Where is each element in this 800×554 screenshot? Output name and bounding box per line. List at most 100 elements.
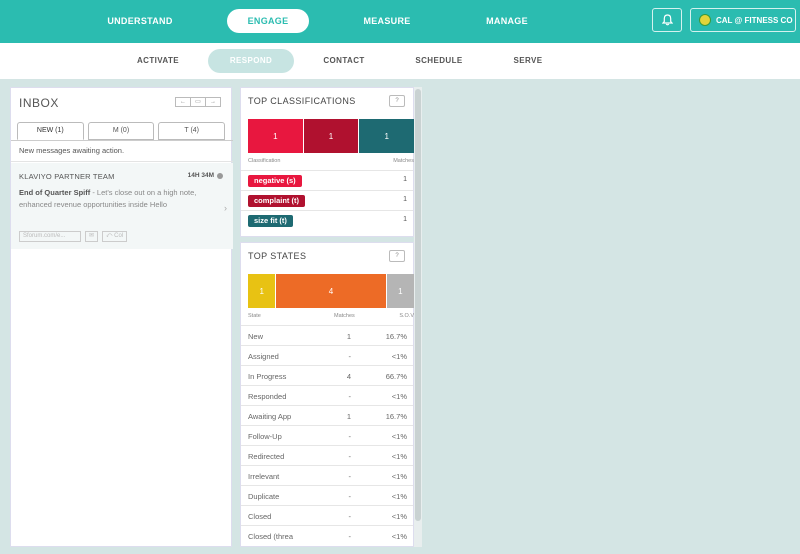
classification-count: 1 [403,196,407,203]
subnav-activate[interactable]: ACTIVATE [125,49,191,73]
sub-navigation: ACTIVATE RESPOND CONTACT SCHEDULE SERVE [0,43,800,79]
inbox-prev-button[interactable]: ← [175,97,191,107]
mail-icon[interactable]: ✉ [85,231,99,242]
message-item[interactable]: KLAVIYO PARTNER TEAM 14H 34M End of Quar… [11,163,233,249]
inbox-title: INBOX [19,96,59,110]
state-name: In Progress [248,372,287,381]
inbox-panel: INBOX ← ▭ → NEW (1) M (0) T (4) New mess… [10,87,233,547]
inbox-view-button[interactable]: ▭ [190,97,206,107]
state-bar-segment[interactable]: 1 [248,274,277,308]
state-row[interactable]: Assigned - <1% [241,345,413,365]
bell-icon [661,14,673,26]
state-row[interactable]: Awaiting App 1 16.7% [241,405,413,425]
state-header: State [248,313,261,319]
state-matches: 4 [346,372,351,381]
subnav-serve[interactable]: SERVE [500,49,556,73]
top-states-panel: TOP STATES ? 1 4 1 State Matches S.O.V N… [240,242,414,547]
state-bar-segment[interactable]: 4 [276,274,387,308]
classification-count: 1 [403,216,407,223]
state-row[interactable]: Redirected - <1% [241,445,413,465]
account-logo-icon [699,14,711,26]
classification-badge[interactable]: size fit (t) [248,215,293,227]
state-sov: <1% [391,512,407,521]
classifications-bar: 1 1 1 [248,119,415,153]
inbox-tabs: NEW (1) M (0) T (4) [17,122,226,140]
state-sov: 16.7% [385,332,407,341]
state-sov: 16.7% [385,412,407,421]
classification-bar-segment[interactable]: 1 [248,119,304,153]
states-title: TOP STATES [248,251,307,261]
scrollbar-thumb[interactable] [415,89,421,521]
state-name: Assigned [248,352,279,361]
subnav-schedule[interactable]: SCHEDULE [404,49,474,73]
state-matches: - [348,472,352,481]
states-help-button[interactable]: ? [389,250,405,262]
state-matches: - [348,532,352,541]
message-source-link[interactable]: Sforum.com/e... [19,231,81,242]
state-matches: - [348,452,352,461]
state-name: Duplicate [248,492,280,501]
state-name: Irrelevant [248,472,280,481]
classification-badge[interactable]: negative (s) [248,175,302,187]
states-header: State Matches S.O.V [248,313,414,323]
sov-header: S.O.V [399,313,414,319]
state-name: Awaiting App [248,412,292,421]
state-row[interactable]: Responded - <1% [241,385,413,405]
state-row[interactable]: Closed (threa - <1% [241,525,413,545]
state-matches: 1 [346,332,351,341]
state-name: Closed (threa [248,532,294,541]
nav-engage[interactable]: ENGAGE [227,9,309,33]
state-row[interactable]: Follow-Up - <1% [241,425,413,445]
classification-row[interactable]: negative (s) 1 [241,170,413,190]
collapse-button[interactable]: ⤺ Col [102,231,128,242]
classification-bar-segment[interactable]: 1 [303,119,360,153]
classification-bar-segment[interactable]: 1 [359,119,415,153]
classification-row[interactable]: complaint (t) 1 [241,190,413,210]
state-row[interactable]: Irrelevant - <1% [241,465,413,485]
inbox-controls: ← ▭ → [175,97,221,107]
top-classifications-panel: TOP CLASSIFICATIONS ? 1 1 1 Classificati… [240,87,415,237]
tab-m[interactable]: M (0) [87,122,155,140]
state-sov: 66.7% [385,372,407,381]
matches-header: Matches [334,313,355,319]
message-body: End of Quarter Spiff - Let's close out o… [19,187,217,211]
clock-icon [217,172,223,179]
classification-row[interactable]: size fit (t) 1 [241,210,413,230]
state-row[interactable]: In Progress 4 66.7% [241,365,413,385]
message-actions: Sforum.com/e... ✉ ⤺ Col [19,231,128,242]
nav-measure[interactable]: MEASURE [352,9,422,33]
state-matches: - [348,512,352,521]
state-sov: <1% [391,472,407,481]
nav-understand[interactable]: UNDERSTAND [98,9,182,33]
classifications-title: TOP CLASSIFICATIONS [248,96,356,106]
state-row[interactable]: New 1 16.7% [241,325,413,345]
state-row[interactable]: Closed - <1% [241,505,413,525]
subnav-contact[interactable]: CONTACT [312,49,376,73]
state-row[interactable]: Duplicate - <1% [241,485,413,505]
nav-manage[interactable]: MANAGE [472,9,542,33]
message-time-label: 14H 34M [187,172,214,179]
state-name: Redirected [248,452,285,461]
tab-new[interactable]: NEW (1) [17,122,84,140]
state-sov: <1% [391,352,407,361]
classification-badge[interactable]: complaint (t) [248,195,305,207]
account-button[interactable]: CAL @ FITNESS CO [690,8,796,32]
states-bar: 1 4 1 [248,274,414,308]
top-navigation: UNDERSTAND ENGAGE MEASURE MANAGE CAL @ F… [0,0,800,43]
vertical-scrollbar[interactable] [414,87,422,547]
state-sov: <1% [391,432,407,441]
state-name: New [248,332,264,341]
state-matches: - [348,392,352,401]
state-sov: <1% [391,392,407,401]
subnav-respond[interactable]: RESPOND [208,49,294,73]
state-matches: - [348,492,352,501]
chevron-right-icon[interactable]: › [224,203,227,213]
state-sov: <1% [391,492,407,501]
notifications-button[interactable] [652,8,682,32]
inbox-next-button[interactable]: → [205,97,221,107]
tab-t[interactable]: T (4) [158,122,226,140]
state-bar-segment[interactable]: 1 [386,274,414,308]
state-name: Responded [248,392,287,401]
state-matches: 1 [346,412,351,421]
classifications-help-button[interactable]: ? [389,95,405,107]
